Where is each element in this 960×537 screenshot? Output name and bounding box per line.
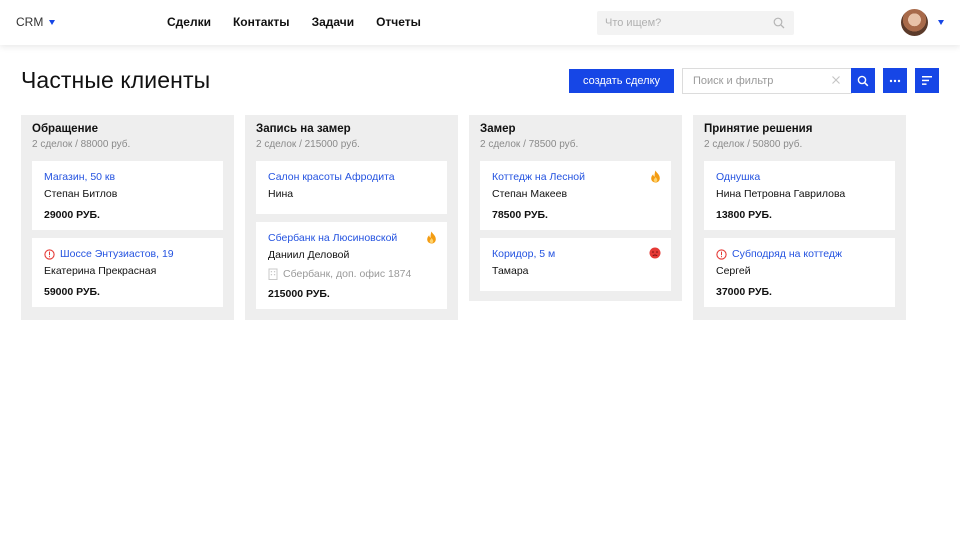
deal-company: Сбербанк, доп. офис 1874 xyxy=(268,267,435,280)
column-summary: 2 сделок / 215000 руб. xyxy=(256,139,360,150)
deal-title[interactable]: Коридор, 5 м xyxy=(492,247,659,261)
pipeline-column: Обращение 2 сделок / 88000 руб. Магазин,… xyxy=(21,115,234,320)
deal-title[interactable]: Субподряд на коттедж xyxy=(716,247,883,261)
nav-item-contacts[interactable]: Контакты xyxy=(233,15,290,29)
deal-amount: 78500 РУБ. xyxy=(492,209,548,221)
deal-title[interactable]: Однушка xyxy=(716,170,883,184)
sort-button[interactable] xyxy=(915,68,939,93)
deal-title[interactable]: Шоссе Энтузиастов, 19 xyxy=(44,247,211,261)
search-icon[interactable] xyxy=(773,17,785,29)
deal-card[interactable]: Сбербанк на Люсиновской Даниил Деловой С… xyxy=(256,222,447,309)
close-icon[interactable] xyxy=(831,75,841,85)
global-search-input[interactable] xyxy=(597,11,767,35)
deal-amount: 29000 РУБ. xyxy=(44,209,100,221)
search-button[interactable] xyxy=(851,68,875,93)
deal-amount: 37000 РУБ. xyxy=(716,286,772,298)
column-summary: 2 сделок / 50800 руб. xyxy=(704,139,803,150)
deal-contact: Даниил Деловой xyxy=(268,249,350,261)
column-summary: 2 сделок / 78500 руб. xyxy=(480,139,579,150)
pipeline-column: Замер 2 сделок / 78500 руб. Коттедж на Л… xyxy=(469,115,682,301)
column-title: Замер xyxy=(480,123,516,135)
alert-circle-icon xyxy=(44,248,55,260)
deal-card[interactable]: Салон красоты Афродита Нина xyxy=(256,161,447,214)
deal-card[interactable]: Однушка Нина Петровна Гаврилова 13800 РУ… xyxy=(704,161,895,230)
global-search xyxy=(597,11,794,35)
pipeline-column: Принятие решения 2 сделок / 50800 руб. О… xyxy=(693,115,906,320)
column-title: Обращение xyxy=(32,123,98,135)
deal-card[interactable]: Коридор, 5 м Тамара xyxy=(480,238,671,291)
more-button[interactable] xyxy=(883,68,907,93)
sort-lines-icon xyxy=(922,76,932,85)
top-navigation-bar: CRM Сделки Контакты Задачи Отчеты xyxy=(0,0,960,45)
create-deal-button[interactable]: создать сделку xyxy=(569,69,674,93)
deal-contact: Степан Макеев xyxy=(492,188,568,200)
nav-item-deals[interactable]: Сделки xyxy=(167,15,211,29)
deal-card[interactable]: Субподряд на коттедж Сергей 37000 РУБ. xyxy=(704,238,895,307)
pipeline-column: Запись на замер 2 сделок / 215000 руб. С… xyxy=(245,115,458,320)
deal-card[interactable]: Магазин, 50 кв Степан Битлов 29000 РУБ. xyxy=(32,161,223,230)
deal-title[interactable]: Сбербанк на Люсиновской xyxy=(268,231,435,245)
deal-contact: Нина Петровна Гаврилова xyxy=(716,188,846,200)
deal-contact: Сергей xyxy=(716,265,751,277)
column-summary: 2 сделок / 88000 руб. xyxy=(32,139,131,150)
filter-box xyxy=(682,68,852,94)
deal-amount: 13800 РУБ. xyxy=(716,209,772,221)
nav-item-tasks[interactable]: Задачи xyxy=(312,15,355,29)
fire-icon xyxy=(651,170,660,183)
search-icon xyxy=(857,75,869,86)
angry-face-icon xyxy=(649,247,661,259)
column-title: Принятие решения xyxy=(704,123,813,135)
deal-contact: Тамара xyxy=(492,265,529,277)
deal-card[interactable]: Шоссе Энтузиастов, 19 Екатерина Прекрасн… xyxy=(32,238,223,307)
deal-title[interactable]: Салон красоты Афродита xyxy=(268,170,435,184)
page-title: Частные клиенты xyxy=(21,67,211,93)
alert-circle-icon xyxy=(716,248,727,260)
main-nav: Сделки Контакты Задачи Отчеты xyxy=(167,15,443,29)
filter-input[interactable] xyxy=(683,69,823,93)
fire-icon xyxy=(427,231,436,244)
deal-amount: 215000 РУБ. xyxy=(268,288,330,300)
deal-contact: Нина xyxy=(268,188,294,200)
deal-card[interactable]: Коттедж на Лесной Степан Макеев 78500 РУ… xyxy=(480,161,671,230)
brand-label: CRM xyxy=(16,15,44,29)
deal-title[interactable]: Коттедж на Лесной xyxy=(492,170,659,184)
chevron-down-icon xyxy=(49,19,56,25)
nav-item-reports[interactable]: Отчеты xyxy=(376,15,421,29)
column-title: Запись на замер xyxy=(256,123,351,135)
chevron-down-icon[interactable] xyxy=(938,20,944,25)
building-icon xyxy=(268,268,278,280)
app-switcher[interactable]: CRM xyxy=(16,15,56,29)
deal-contact: Екатерина Прекрасная xyxy=(44,265,157,277)
more-dots-icon xyxy=(889,79,901,82)
user-avatar[interactable] xyxy=(901,9,928,36)
deal-title[interactable]: Магазин, 50 кв xyxy=(44,170,211,184)
deal-contact: Степан Битлов xyxy=(44,188,118,200)
deal-amount: 59000 РУБ. xyxy=(44,286,100,298)
